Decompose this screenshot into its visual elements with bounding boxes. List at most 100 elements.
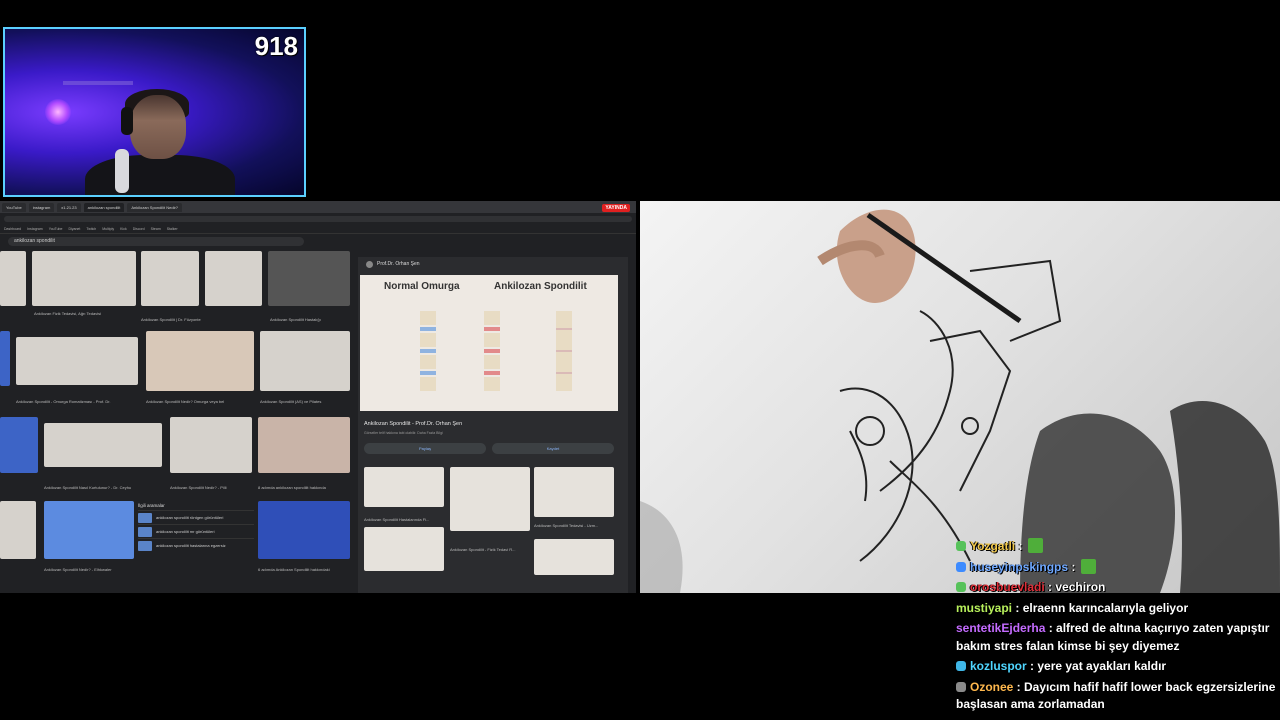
image-thumb[interactable] (44, 423, 162, 467)
image-caption: Ankilozan Spondilit Hastalığı (270, 317, 321, 322)
streamer-head (130, 95, 186, 159)
user-badge-icon (956, 541, 966, 551)
chat-overlay: Yozgatli : huseyinpskingps : orosbuevlad… (956, 538, 1276, 717)
search-input[interactable]: ankilozan spondilit (8, 236, 304, 246)
image-caption: 8 adımda ankilozan spondilit hakkında (258, 485, 326, 490)
related-image-thumb[interactable] (364, 467, 444, 507)
chat-text: vechiron (1055, 580, 1106, 594)
tab-bar: YouTube instagram x1.21.23 ankilozan spo… (0, 201, 636, 213)
image-thumb[interactable] (146, 331, 254, 391)
save-button[interactable]: Kaydet (492, 443, 614, 454)
chat-message: sentetikEjderha : alfred de altına kaçır… (956, 621, 1270, 653)
image-thumb[interactable] (0, 331, 10, 386)
browser-tab[interactable]: x1.21.23 (57, 202, 81, 212)
image-caption: Ankilozan Spondilit Nasıl Kurtulunur? - … (44, 485, 132, 490)
image-caption: Ankilozan Spondilit | Dr. Füzyonterapist (141, 317, 201, 322)
bookmark-item[interactable]: Discord (133, 227, 145, 231)
spine-illustration (484, 311, 500, 391)
preview-image[interactable]: Normal Omurga Ankilozan Spondilit (360, 275, 618, 411)
bookmark-item[interactable]: YouTube (49, 227, 63, 231)
bookmark-item[interactable]: Kick (120, 227, 127, 231)
related-image-thumb[interactable] (534, 467, 614, 517)
related-item[interactable]: ankilozan spondilit röntgen görüntüleri (138, 510, 254, 524)
image-thumb[interactable] (268, 251, 350, 306)
image-thumb[interactable] (141, 251, 199, 306)
image-thumb[interactable] (16, 337, 138, 385)
user-badge-icon (956, 561, 966, 572)
related-image-thumb[interactable] (450, 467, 530, 531)
chat-username[interactable]: huseyinpskingps (970, 560, 1068, 574)
search-row: ankilozan spondilit (0, 234, 636, 248)
bookmark-item[interactable]: Twitch (86, 227, 96, 231)
chat-message: Yozgatli : (956, 538, 1276, 556)
image-thumb[interactable] (44, 501, 134, 559)
microphone-icon (115, 149, 129, 193)
browser-window: YouTube instagram x1.21.23 ankilozan spo… (0, 201, 636, 593)
image-thumb[interactable] (260, 331, 350, 391)
related-item[interactable]: ankilozan spondilit mr görüntüleri (138, 524, 254, 538)
related-image-thumb[interactable] (534, 539, 614, 575)
chat-message: kozluspor : yere yat ayakları kaldır (956, 658, 1276, 676)
image-thumb[interactable] (258, 417, 350, 473)
image-thumb[interactable] (0, 417, 38, 473)
streamer-body (85, 155, 235, 195)
browser-tab[interactable]: instagram (28, 202, 55, 212)
chat-message: huseyinpskingps : (956, 558, 1276, 577)
bookmark-item[interactable]: Stalker (167, 227, 178, 231)
related-searches: İlgili aramalar ankilozan spondilit rönt… (138, 503, 254, 552)
image-thumb[interactable] (0, 251, 26, 306)
browser-tab[interactable]: YouTube (2, 202, 26, 212)
headphone-icon (121, 107, 133, 135)
source-avatar-icon (366, 260, 373, 268)
image-thumb[interactable] (170, 417, 252, 473)
bookmark-item[interactable]: Dashboard (4, 227, 21, 231)
image-caption: Ankilozan Spondilit (AS) ve Pilates (260, 399, 322, 404)
bookmark-item[interactable]: Steam (151, 227, 161, 231)
bookmark-item[interactable]: Diyanet (68, 227, 80, 231)
chat-username[interactable]: sentetikEjderha (956, 621, 1045, 635)
url-field[interactable] (4, 215, 632, 222)
related-caption: Ankilozan Spondilit Hastalarında Fi... (364, 517, 430, 522)
image-thumb[interactable] (258, 501, 350, 559)
lamp-glow (45, 99, 71, 125)
bookmark-item[interactable]: Multiply (102, 227, 114, 231)
chat-username[interactable]: kozluspor (970, 659, 1027, 673)
webcam-overlay: 918 (3, 27, 306, 197)
image-caption: Ankilozan Spondilit Nedir? - Pilli (170, 485, 227, 490)
panel-title[interactable]: Ankilozan Spondilit - Prof.Dr. Orhan Şen (364, 421, 462, 427)
browser-tab-active[interactable]: ankilozan spondilit (83, 202, 125, 212)
bookmark-item[interactable]: Instagram (27, 227, 43, 231)
related-caption: Ankilozan Spondilit - Fizik Tedavi R... (450, 547, 516, 552)
chat-message: mustiyapi : elraenn karıncalarıyla geliy… (956, 600, 1189, 615)
related-thumb (138, 540, 152, 551)
image-thumb[interactable] (0, 501, 36, 559)
image-caption: 6 adımda Ankilozan Spondilit hakkındaki (258, 567, 330, 572)
chat-message: orosbuevladi : vechiron (956, 579, 1276, 597)
live-badge: YAYINDA (602, 204, 630, 212)
related-caption: Ankilozan Spondilit Tedavisi - Uzm... (534, 523, 599, 528)
related-thumb (138, 512, 152, 523)
user-badge-icon (956, 681, 966, 692)
chat-username[interactable]: orosbuevladi (970, 580, 1045, 594)
panel-header: Prof.Dr. Orhan Şen (358, 257, 628, 271)
image-thumb[interactable] (32, 251, 136, 306)
browser-tab[interactable]: Ankilozan Spondilit Nedir? (127, 202, 183, 212)
chat-text: elraenn karıncalarıyla geliyor (1022, 600, 1189, 615)
chat-message: Ozonee : Dayıcım hafif hafif lower back … (956, 679, 1276, 711)
chat-username[interactable]: mustiyapi (956, 601, 1012, 615)
image-results-grid: Ankilozan Fizik Tedavisi, Ağrı Tedavisi … (0, 251, 352, 593)
panel-source[interactable]: Prof.Dr. Orhan Şen (377, 261, 420, 267)
related-image-thumb[interactable] (364, 527, 444, 571)
bookmarks-bar: Dashboard Instagram YouTube Diyanet Twit… (0, 224, 636, 234)
emote-icon (1080, 558, 1096, 574)
image-preview-panel: Prof.Dr. Orhan Şen Normal Omurga Ankiloz… (358, 257, 628, 593)
chat-username[interactable]: Ozonee (970, 680, 1013, 694)
spine-illustration (420, 311, 436, 391)
related-item[interactable]: ankilozan spondilit hastalarına egzersiz (138, 538, 254, 552)
related-thumb (138, 526, 152, 537)
share-button[interactable]: Paylaş (364, 443, 486, 454)
related-label: ankilozan spondilit mr görüntüleri (156, 529, 215, 534)
address-bar[interactable] (0, 214, 636, 223)
image-thumb[interactable] (205, 251, 262, 306)
chat-username[interactable]: Yozgatli (970, 539, 1015, 553)
